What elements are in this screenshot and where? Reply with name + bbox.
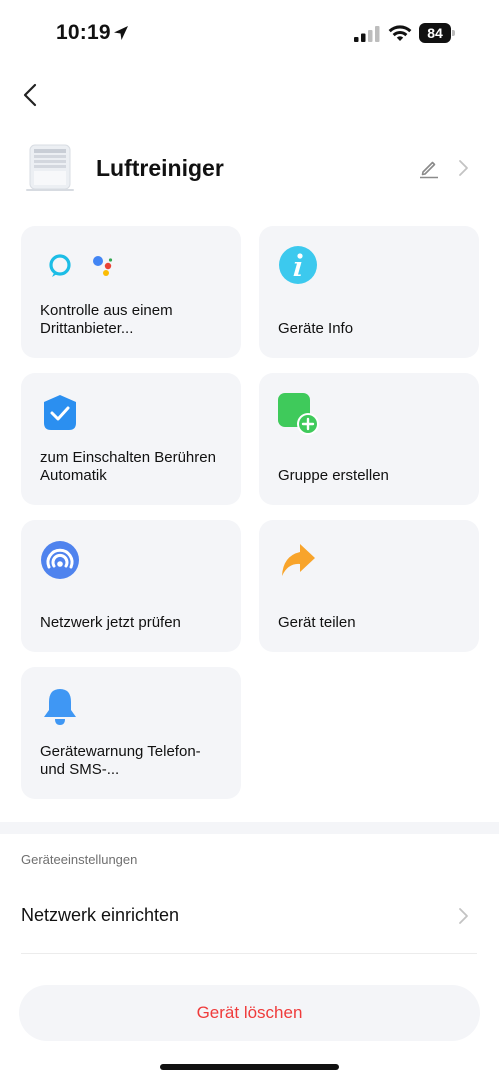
- card-third-party-control[interactable]: Kontrolle aus einem Drittanbieter...: [21, 226, 241, 358]
- row-separator: [21, 953, 477, 954]
- card-label: Kontrolle aus einem Drittanbieter...: [40, 302, 173, 337]
- battery-cap: [452, 30, 455, 36]
- network-check-icon-wrap: [40, 540, 80, 585]
- back-chevron-icon[interactable]: [16, 80, 44, 110]
- device-header[interactable]: Luftreiniger: [0, 135, 499, 201]
- card-label: Geräte Info: [278, 320, 354, 337]
- alexa-icon: [49, 254, 113, 277]
- card-label: Gerätewarnung Telefon- und SMS-...: [40, 743, 201, 778]
- wifi-icon: [388, 25, 412, 41]
- create-group-icon: [278, 393, 319, 435]
- edit-pencil-icon[interactable]: [418, 157, 440, 179]
- status-bar: 10:19 84: [0, 0, 499, 64]
- card-share-device[interactable]: Gerät teilen: [259, 520, 479, 652]
- info-icon: [279, 246, 317, 284]
- card-network-check[interactable]: Netzwerk jetzt prüfen: [21, 520, 241, 652]
- card-create-group[interactable]: Gruppe erstellen: [259, 373, 479, 505]
- row-network-setup[interactable]: Netzwerk einrichten: [0, 885, 499, 947]
- info-icon-wrap: [278, 246, 318, 291]
- network-check-icon: [41, 541, 79, 579]
- card-alert-sms[interactable]: Gerätewarnung Telefon- und SMS-...: [21, 667, 241, 799]
- tap-to-run-icon-wrap: [40, 393, 80, 438]
- battery-level: 84: [419, 23, 451, 43]
- location-arrow-icon: [114, 26, 128, 40]
- row-network-setup-label: Netzwerk einrichten: [21, 905, 180, 925]
- chevron-right-icon[interactable]: [456, 159, 470, 177]
- card-label: Netzwerk jetzt prüfen: [40, 614, 181, 631]
- card-tap-to-run[interactable]: zum Einschalten Berühren Automatik: [21, 373, 241, 505]
- air-purifier-image: [26, 144, 74, 191]
- chevron-right-icon: [459, 908, 468, 924]
- card-label: Gerät teilen: [278, 614, 356, 631]
- create-group-icon-wrap: [278, 393, 322, 442]
- card-label: Gruppe erstellen: [278, 467, 389, 484]
- battery-indicator: 84: [419, 23, 455, 43]
- home-indicator[interactable]: [160, 1064, 339, 1070]
- third-party-icons: [40, 246, 130, 291]
- card-label: zum Einschalten Berühren Automatik: [40, 449, 216, 484]
- status-time: 10:19: [56, 21, 111, 44]
- share-icon-wrap: [278, 540, 318, 585]
- bell-icon-wrap: [40, 687, 80, 732]
- delete-device-button[interactable]: Gerät löschen: [19, 985, 480, 1041]
- section-title-device-settings: Geräteeinstellungen: [21, 852, 138, 867]
- device-name: Luftreiniger: [96, 155, 224, 181]
- share-icon: [282, 544, 315, 576]
- bell-icon: [44, 689, 76, 725]
- section-divider: [0, 822, 499, 834]
- cellular-signal-icon: [354, 26, 380, 42]
- tap-to-run-icon: [44, 395, 76, 430]
- card-device-info[interactable]: Geräte Info: [259, 226, 479, 358]
